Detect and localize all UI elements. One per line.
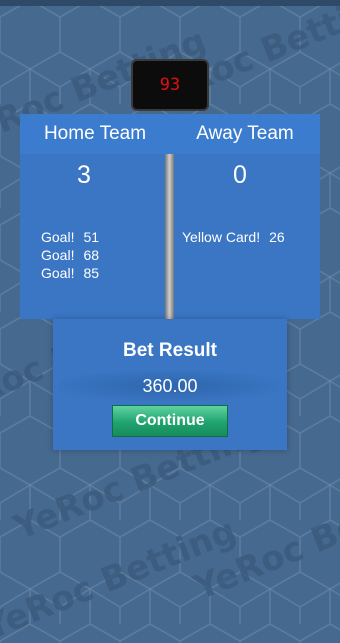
list-item: Goal! 68 (41, 246, 99, 264)
list-item: Yellow Card! 26 (182, 228, 285, 246)
bet-result-amount: 360.00 (142, 375, 198, 396)
event-minute: 51 (83, 229, 100, 245)
home-score: 3 (77, 161, 91, 189)
match-minute: 93 (159, 75, 181, 95)
away-team-name: Away Team (170, 114, 320, 154)
continue-button[interactable]: Continue (112, 405, 228, 437)
event-type: Goal! (41, 229, 75, 245)
list-item: Goal! 85 (41, 264, 99, 282)
bet-result-title: Bet Result (123, 340, 217, 361)
match-clock: 93 (131, 59, 209, 111)
bet-result-panel: Bet Result 360.00 Continue (53, 319, 287, 450)
bet-result-amount-band: 360.00 (59, 371, 281, 401)
home-events-list: Goal! 51 Goal! 68 Goal! 85 (41, 228, 99, 282)
away-score: 0 (233, 161, 247, 189)
away-events-list: Yellow Card! 26 (182, 228, 285, 246)
home-team-name: Home Team (20, 114, 170, 154)
event-type: Yellow Card! (182, 229, 261, 245)
event-minute: 68 (83, 247, 100, 263)
top-edge (0, 0, 340, 6)
event-type: Goal! (41, 265, 75, 281)
scoreboard: Home Team Away Team 3 0 Goal! 51 Goal! 68 … (20, 114, 320, 359)
event-minute: 26 (269, 229, 285, 245)
event-type: Goal! (41, 247, 75, 263)
event-minute: 85 (83, 265, 100, 281)
list-item: Goal! 51 (41, 228, 99, 246)
